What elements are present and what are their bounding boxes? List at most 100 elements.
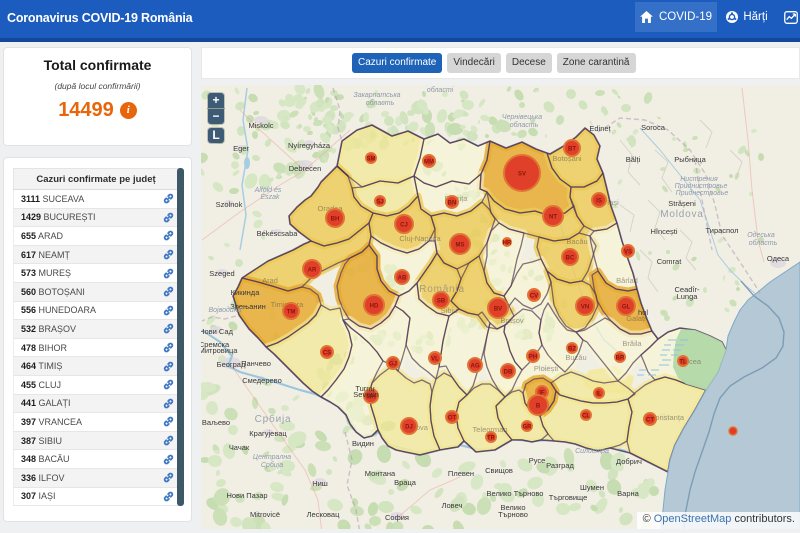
svg-text:Нистрения: Нистрения <box>680 176 718 183</box>
svg-text:Закарпатська: Закарпатська <box>353 92 400 99</box>
svg-text:România: România <box>419 284 465 295</box>
svg-text:CV: CV <box>530 294 538 300</box>
svg-text:TR: TR <box>487 436 496 442</box>
svg-text:Панчево: Панчево <box>241 359 271 368</box>
svg-text:TL: TL <box>679 360 687 366</box>
svg-text:Свищов: Свищов <box>485 466 513 475</box>
svg-text:CL: CL <box>582 414 590 420</box>
svg-text:Severin: Severin <box>353 390 378 399</box>
svg-text:VL: VL <box>431 357 439 363</box>
svg-text:Търново: Търново <box>498 510 528 519</box>
svg-text:Варна: Варна <box>617 489 639 498</box>
svg-text:Нови Сад: Нови Сад <box>201 327 234 336</box>
svg-text:B: B <box>536 404 541 410</box>
svg-text:Смедерево: Смедерево <box>242 376 282 385</box>
svg-text:Приднестровье: Приднестровье <box>676 189 729 197</box>
svg-text:Тираспол: Тираспол <box>706 226 739 235</box>
svg-text:София: София <box>385 513 409 522</box>
svg-text:Лесковац: Лесковац <box>307 510 340 519</box>
svg-text:Русе: Русе <box>529 456 546 465</box>
svg-text:BH: BH <box>331 217 340 223</box>
svg-text:Търговище: Търговище <box>549 493 588 502</box>
svg-text:IL: IL <box>596 392 602 398</box>
svg-text:HD: HD <box>370 304 379 310</box>
svg-text:Szeged: Szeged <box>209 269 234 278</box>
svg-text:Враца: Враца <box>394 478 417 487</box>
svg-text:Soroca: Soroca <box>641 123 666 132</box>
svg-text:Митровица: Митровица <box>201 346 238 355</box>
svg-text:Крагујевац: Крагујевац <box>249 429 287 438</box>
svg-text:Mitrovicë: Mitrovicë <box>250 510 280 519</box>
svg-text:області: області <box>427 86 454 94</box>
svg-text:Монтана: Монтана <box>365 469 396 478</box>
svg-text:Lunga: Lunga <box>677 292 699 301</box>
svg-text:Eger: Eger <box>233 144 249 153</box>
svg-text:Кикинда: Кикинда <box>231 288 261 297</box>
svg-text:Iași: Iași <box>607 198 619 207</box>
svg-text:Strășeni: Strășeni <box>668 199 696 208</box>
svg-text:BZ: BZ <box>568 347 576 353</box>
svg-text:Moldova: Moldova <box>660 209 703 220</box>
svg-text:Észak: Észak <box>260 192 280 201</box>
svg-text:BR: BR <box>616 356 625 362</box>
svg-text:BV: BV <box>494 307 502 313</box>
svg-text:Одеса: Одеса <box>767 254 790 263</box>
svg-text:hul: hul <box>638 308 648 317</box>
svg-text:Bârlad: Bârlad <box>616 276 638 285</box>
svg-text:Видин: Видин <box>352 439 374 448</box>
svg-text:область: область <box>749 239 778 247</box>
svg-text:SB: SB <box>437 299 446 305</box>
svg-text:Добрич: Добрич <box>616 457 642 466</box>
svg-text:IS: IS <box>596 199 602 205</box>
svg-text:VN: VN <box>581 305 589 311</box>
svg-text:Ploiești: Ploiești <box>534 364 559 373</box>
svg-text:CJ: CJ <box>400 223 408 229</box>
svg-text:Чачак: Чачак <box>229 443 250 452</box>
svg-text:GR: GR <box>523 425 533 431</box>
svg-text:SV: SV <box>518 172 526 178</box>
svg-text:DB: DB <box>504 370 513 376</box>
svg-text:HR: HR <box>503 241 512 247</box>
svg-text:BT: BT <box>568 147 576 153</box>
svg-text:Војводина: Војводина <box>208 306 241 314</box>
svg-text:Разград: Разград <box>546 461 574 470</box>
svg-text:Hîncești: Hîncești <box>650 227 677 236</box>
svg-text:OT: OT <box>448 416 457 422</box>
svg-text:BN: BN <box>448 201 457 207</box>
svg-text:TM: TM <box>287 310 296 316</box>
svg-text:Arad: Arad <box>262 276 278 285</box>
svg-text:Nyíregyháza: Nyíregyháza <box>288 141 331 150</box>
svg-text:Одеська: Одеська <box>747 231 775 239</box>
svg-text:Ниш: Ниш <box>312 479 328 488</box>
svg-text:Србија: Србија <box>255 413 292 425</box>
svg-text:Bălți: Bălți <box>626 155 641 164</box>
svg-text:Централна: Централна <box>253 454 291 461</box>
svg-text:область: область <box>510 121 539 129</box>
svg-text:Alföld és: Alföld és <box>254 187 282 194</box>
svg-text:Brăila: Brăila <box>622 339 642 348</box>
svg-text:NT: NT <box>549 215 557 221</box>
svg-text:VS: VS <box>624 250 632 256</box>
svg-text:SJ: SJ <box>376 200 383 206</box>
svg-text:Нови Пазар: Нови Пазар <box>226 491 267 500</box>
svg-text:GL: GL <box>622 305 631 311</box>
svg-text:AG: AG <box>471 364 480 370</box>
svg-text:Приднистровье: Приднистровье <box>675 182 728 190</box>
svg-text:MM: MM <box>424 160 434 166</box>
svg-text:Шумен: Шумен <box>580 483 604 492</box>
svg-text:Cluj-Napoca: Cluj-Napoca <box>399 234 441 243</box>
svg-text:CS: CS <box>323 351 331 357</box>
svg-text:AR: AR <box>308 268 317 274</box>
svg-text:Рыбница: Рыбница <box>674 155 706 164</box>
svg-text:Bacău: Bacău <box>566 237 587 246</box>
svg-text:Brașov: Brașov <box>500 316 524 325</box>
svg-text:Comrat: Comrat <box>657 257 683 266</box>
svg-text:SM: SM <box>367 157 376 163</box>
svg-text:CT: CT <box>646 418 654 424</box>
svg-text:AB: AB <box>398 276 407 282</box>
svg-text:Szolnok: Szolnok <box>216 200 243 209</box>
svg-text:Силистра: Силистра <box>575 448 609 455</box>
svg-text:Велико Търново: Велико Търново <box>487 489 544 498</box>
svg-text:Ваљево: Ваљево <box>202 418 230 427</box>
svg-text:Miskolc: Miskolc <box>248 121 273 130</box>
